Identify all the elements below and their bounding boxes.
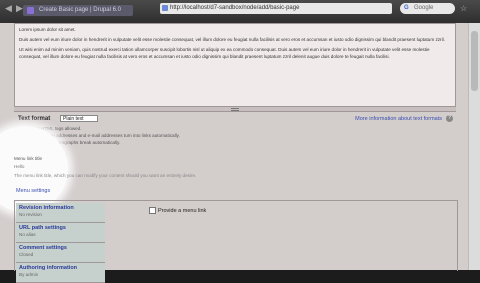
tab-title: Create Basic page | Drupal 6.0 <box>39 7 121 13</box>
menu-title-value[interactable]: Hello <box>14 164 24 169</box>
vtab-title: URL path settings <box>19 225 66 231</box>
menu-link-checkbox[interactable]: Provide a menu link <box>149 207 206 214</box>
vtab-revision-information[interactable]: Revision information No revision <box>16 203 105 223</box>
search-box[interactable]: G Google <box>400 3 455 14</box>
menu-link-label: Provide a menu link <box>158 207 207 214</box>
vtab-summary: No revision <box>19 212 42 217</box>
help-icon[interactable]: ? <box>446 115 453 122</box>
menu-settings-link[interactable]: Menu settings <box>16 188 50 194</box>
format-help-link[interactable]: More information about text formats <box>355 116 442 122</box>
site-icon <box>162 5 168 11</box>
menu-title-description: The menu link title, which you can modif… <box>14 173 197 178</box>
menu-title-label: Menu link title <box>14 156 43 161</box>
vtab-summary: By admin <box>19 272 39 277</box>
format-tip: Web page addresses and e-mail addresses … <box>34 133 180 138</box>
text-format-section: Text format Plain text More information … <box>14 112 456 162</box>
browser-tab[interactable]: Create Basic page | Drupal 6.0 <box>23 5 133 16</box>
vtab-summary: Closed <box>19 252 34 257</box>
search-placeholder: Google <box>414 5 434 11</box>
browser-toolbar: ◀ ▶ Create Basic page | Drupal 6.0 http:… <box>0 0 480 23</box>
vtab-comment-settings[interactable]: Comment settings Closed <box>16 243 105 263</box>
vtab-authoring-information[interactable]: Authoring information By admin <box>16 263 105 283</box>
vtab-title: Revision information <box>19 205 74 211</box>
address-bar[interactable]: http://localhost/d7-sandbox/node/add/bas… <box>160 3 392 14</box>
page-content: Lorem ipsum dolor sit amet. Duis autem v… <box>0 23 480 283</box>
vtab-summary: No alias <box>19 232 36 237</box>
page-scrollbar[interactable] <box>468 23 480 270</box>
bookmark-icon[interactable]: ☆ <box>460 3 472 14</box>
body-paragraph: Lorem ipsum dolor sit amet. <box>19 27 76 32</box>
body-textarea[interactable]: Lorem ipsum dolor sit amet. Duis autem v… <box>14 23 456 107</box>
body-paragraph: Ut wisi enim ad minim veniam, quis nostr… <box>19 47 430 59</box>
text-format-select[interactable]: Plain text <box>60 115 98 122</box>
back-icon[interactable]: ◀ <box>3 3 14 13</box>
vtab-title: Comment settings <box>19 245 67 251</box>
checkbox-icon[interactable] <box>149 207 156 214</box>
favicon-icon <box>27 7 34 14</box>
scrollbar-thumb[interactable] <box>471 31 478 91</box>
body-paragraph: Duis autem vel eum iriure dolor in hendr… <box>19 37 445 43</box>
vtab-title: Authoring information <box>19 265 78 271</box>
vtab-url-path[interactable]: URL path settings No alias <box>16 223 105 243</box>
text-format-label: Text format <box>18 116 51 122</box>
search-engine-icon: G <box>404 5 409 11</box>
url-text: http://localhost/d7-sandbox/node/add/bas… <box>170 5 300 11</box>
grip-icon <box>231 108 239 111</box>
